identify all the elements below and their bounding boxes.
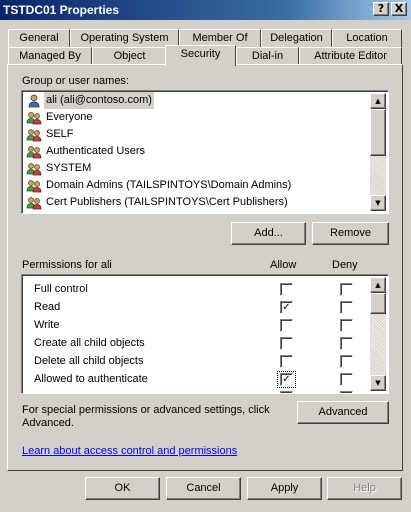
remove-button[interactable]: Remove [312,222,389,245]
permission-name: Allowed to authenticate [34,373,148,385]
deny-checkbox[interactable] [340,301,353,314]
users-group-icon [26,146,42,159]
group-name: Everyone [46,111,93,123]
deny-checkbox[interactable] [340,337,353,350]
help-button[interactable]: ? [373,2,389,16]
apply-button[interactable]: Apply [247,477,322,500]
users-group-icon [26,197,42,210]
scroll-up-button[interactable]: ▲ [370,277,386,293]
users-group-icon [26,180,42,193]
title-bar: TSTDC01 Properties ? X [0,0,411,20]
scroll-thumb[interactable] [370,293,386,314]
permission-name: Delete all child objects [34,355,144,367]
deny-checkbox[interactable] [340,373,353,386]
permissions-label: Permissions for ali [22,259,112,271]
allow-checkbox[interactable] [280,337,293,350]
tab-managed-by[interactable]: Managed By [8,47,92,65]
ok-button[interactable]: OK [85,477,160,500]
users-group-icon [26,112,42,125]
add-button[interactable]: Add... [231,222,306,245]
users-group-icon [26,129,42,142]
advanced-hint: For special permissions or advanced sett… [22,404,282,430]
scroll-thumb[interactable] [370,109,386,156]
allow-checkbox[interactable] [280,283,293,296]
tab-general[interactable]: General [8,29,70,47]
group-list[interactable]: ali (ali@contoso.com) Everyone SELF Auth… [21,90,389,214]
permission-name: Full control [34,283,88,295]
allow-checkbox[interactable] [280,301,293,314]
deny-checkbox[interactable] [340,319,353,332]
tab-location[interactable]: Location [332,29,402,47]
close-button[interactable]: X [391,2,407,16]
allow-checkbox[interactable] [280,319,293,332]
user-icon [28,94,40,108]
tab-object[interactable]: Object [92,47,167,65]
group-list-scrollbar[interactable]: ▲ ▼ [370,93,386,211]
users-group-icon [26,163,42,176]
permissions-list[interactable]: Full control Read Write Create all child… [21,274,389,394]
security-panel: Group or user names: ali (ali@contoso.co… [7,64,403,471]
group-names-label: Group or user names: [22,75,129,87]
deny-checkbox[interactable] [340,283,353,296]
permission-name: Create all child objects [34,337,145,349]
scroll-down-button[interactable]: ▼ [370,195,386,211]
allow-header: Allow [270,259,297,271]
group-name: Domain Admins (TAILSPINTOYS\Domain Admin… [46,179,292,191]
advanced-hint-line2: Advanced. [22,417,74,429]
allow-checkbox[interactable] [280,373,293,386]
group-name: Cert Publishers (TAILSPINTOYS\Cert Publi… [46,196,288,208]
learn-more-link[interactable]: Learn about access control and permissio… [22,445,237,457]
permission-name: Read [34,301,61,313]
deny-checkbox[interactable] [340,391,353,393]
cancel-button[interactable]: Cancel [166,477,241,500]
allow-checkbox[interactable] [280,391,293,393]
deny-checkbox[interactable] [340,355,353,368]
allow-checkbox[interactable] [280,355,293,368]
tab-attribute-editor[interactable]: Attribute Editor [299,47,402,65]
group-name: SYSTEM [46,162,92,174]
group-name: Authenticated Users [46,145,146,157]
list-item[interactable]: ali (ali@contoso.com) [24,92,369,109]
tab-security[interactable]: Security [165,45,236,66]
advanced-button[interactable]: Advanced [297,401,389,424]
deny-header: Deny [332,259,358,271]
scroll-down-button[interactable]: ▼ [370,375,386,391]
advanced-hint-line1: For special permissions or advanced sett… [22,404,270,416]
window-title: TSTDC01 Properties [3,3,120,17]
scroll-up-button[interactable]: ▲ [370,93,386,109]
tab-dial-in[interactable]: Dial-in [236,47,299,65]
group-name: ali (ali@contoso.com) [44,92,154,109]
group-name: SELF [46,128,74,140]
help-footer-button[interactable]: Help [327,477,402,500]
permission-name: Write [34,319,60,331]
tab-operating-system[interactable]: Operating System [70,29,179,47]
permissions-scrollbar[interactable]: ▲ ▼ [370,277,386,391]
tab-delegation[interactable]: Delegation [261,29,332,47]
